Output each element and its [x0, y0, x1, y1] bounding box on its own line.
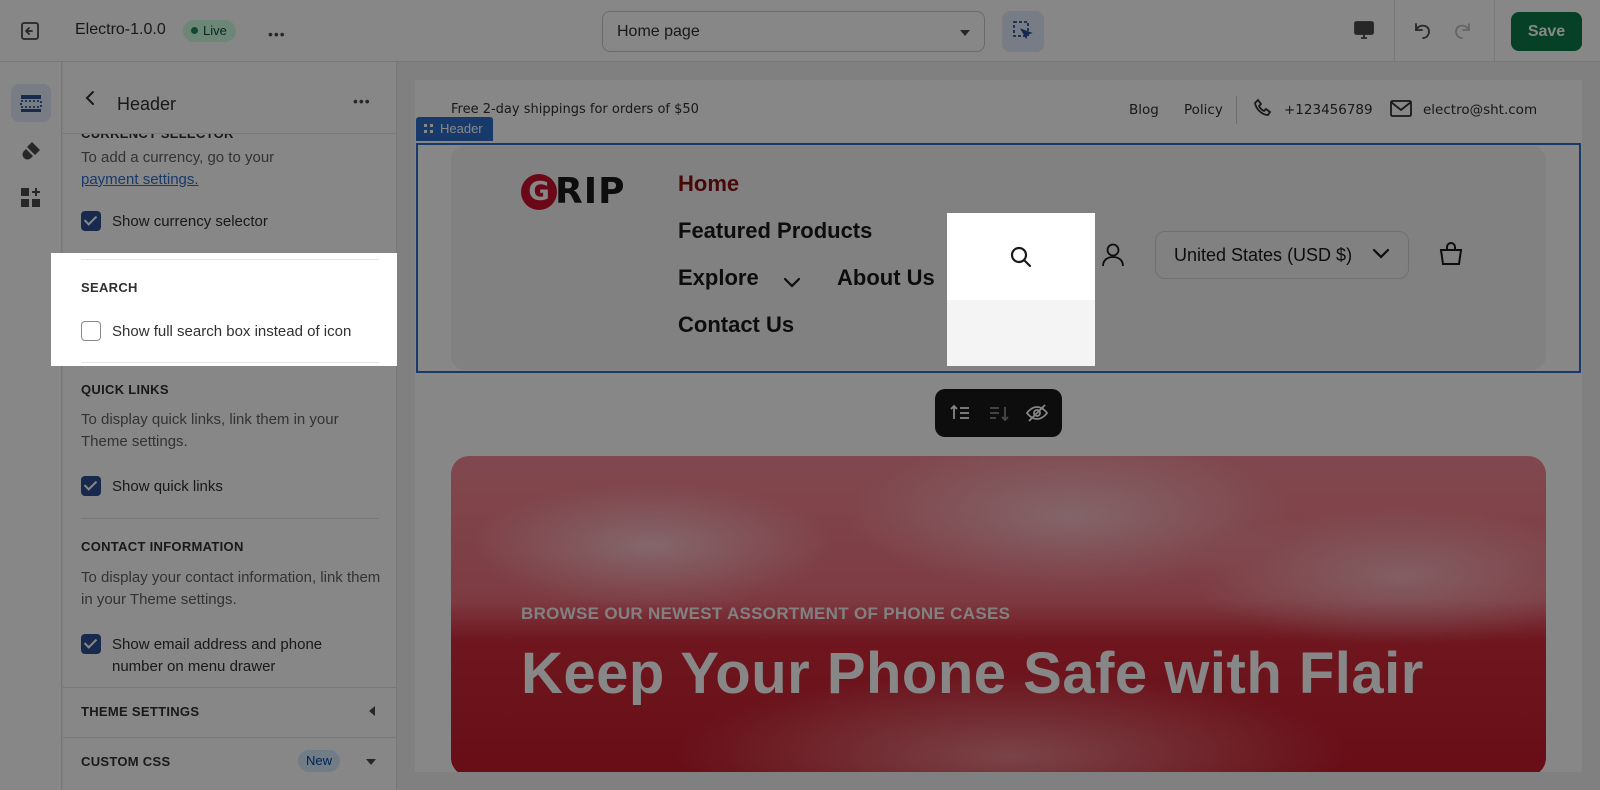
- dim-overlay: [0, 366, 1600, 790]
- search-settings-highlight: SEARCH Show full search box instead of i…: [51, 253, 397, 366]
- dim-overlay: [0, 0, 1600, 253]
- divider: [81, 259, 379, 260]
- search-icon-highlight[interactable]: [947, 213, 1095, 300]
- search-icon[interactable]: [1009, 245, 1033, 269]
- full-search-checkbox-label: Show full search box instead of icon: [112, 323, 352, 340]
- search-section-title: SEARCH: [81, 280, 138, 295]
- dim-overlay: [397, 253, 947, 366]
- dim-overlay: [0, 253, 51, 366]
- dim-overlay: [1095, 253, 1600, 366]
- full-search-checkbox[interactable]: [81, 321, 101, 341]
- divider: [81, 362, 379, 363]
